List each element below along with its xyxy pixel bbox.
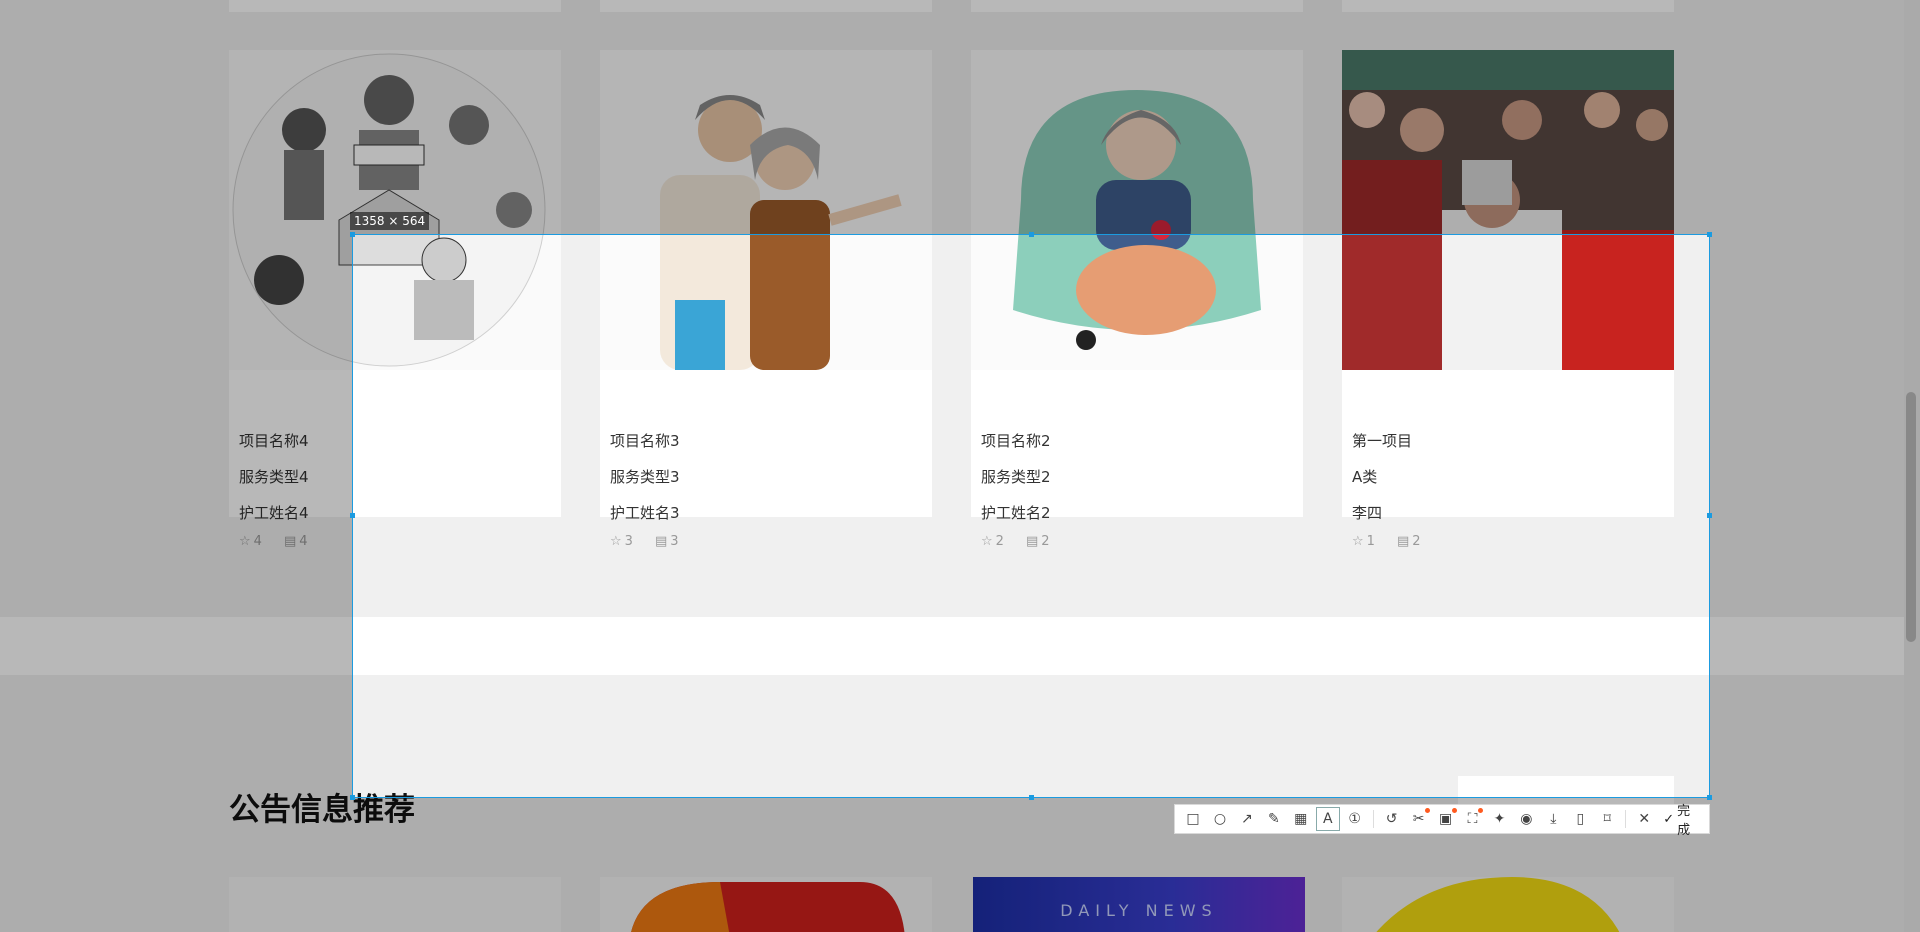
phone-icon[interactable]: ▯ [1568, 807, 1592, 831]
card-meta: ☆ 1 ▤ 2 [1352, 534, 1421, 549]
comment-icon: ▤ [1396, 534, 1410, 549]
star-icon: ☆ [981, 534, 993, 549]
download-icon[interactable]: ⤓ [1541, 807, 1565, 831]
toolbar-divider [1372, 810, 1374, 828]
comment-icon: ▤ [654, 534, 668, 549]
service-type: 服务类型3 [610, 468, 680, 486]
dim-overlay-right [1710, 234, 1920, 798]
ellipse-icon[interactable]: ○ [1208, 807, 1232, 831]
service-type: A类 [1352, 468, 1378, 486]
dim-overlay-top [0, 0, 1920, 234]
badge-dot [1451, 808, 1457, 813]
star-count[interactable]: ☆ 2 [981, 534, 1004, 549]
comment-count[interactable]: ▤ 3 [655, 534, 679, 549]
nurse-name: 李四 [1352, 504, 1383, 522]
record-icon[interactable]: ◉ [1514, 807, 1538, 831]
bookmark-icon[interactable]: ⌑ [1595, 807, 1619, 831]
card-meta: ☆ 2 ▤ 2 [981, 534, 1050, 549]
star-count[interactable]: ☆ 1 [1352, 534, 1375, 549]
badge-dot [1478, 808, 1484, 813]
scan-icon[interactable]: ⛶ [1461, 807, 1485, 831]
project-name: 项目名称3 [610, 432, 680, 450]
comment-count[interactable]: ▤ 2 [1397, 534, 1421, 549]
resize-handle[interactable] [1707, 795, 1712, 800]
nurse-name: 护工姓名2 [981, 504, 1051, 522]
translate-icon[interactable]: ▣ [1434, 807, 1458, 831]
pin-icon[interactable]: ✦ [1487, 807, 1511, 831]
dim-overlay-left [0, 234, 352, 798]
check-icon: ✓ [1663, 811, 1675, 827]
service-type: 服务类型2 [981, 468, 1051, 486]
toolbar-divider [1625, 810, 1627, 828]
done-label: 完成 [1677, 804, 1691, 838]
star-count[interactable]: ☆ 3 [610, 534, 633, 549]
close-icon[interactable]: ✕ [1632, 807, 1656, 831]
rectangle-icon[interactable]: □ [1181, 807, 1205, 831]
star-icon: ☆ [1352, 534, 1364, 549]
resize-handle[interactable] [1707, 513, 1712, 518]
star-icon: ☆ [610, 534, 622, 549]
selection-size-label: 1358 × 564 [350, 212, 430, 230]
text-icon[interactable]: A [1315, 807, 1340, 831]
done-button[interactable]: ✓ 完成 [1659, 800, 1703, 838]
mosaic-icon[interactable]: ▦ [1289, 807, 1313, 831]
nurse-name: 护工姓名3 [610, 504, 680, 522]
number-icon[interactable]: ① [1343, 807, 1367, 831]
resize-handle[interactable] [350, 513, 355, 518]
card-meta: ☆ 3 ▤ 3 [610, 534, 679, 549]
resize-handle[interactable] [1707, 232, 1712, 237]
comment-icon: ▤ [1025, 534, 1039, 549]
project-name: 第一项目 [1352, 432, 1413, 450]
arrow-icon[interactable]: ↗ [1235, 807, 1259, 831]
project-name: 项目名称2 [981, 432, 1051, 450]
pencil-icon[interactable]: ✎ [1262, 807, 1286, 831]
resize-handle[interactable] [1029, 795, 1034, 800]
scissors-icon[interactable]: ✂ [1407, 807, 1431, 831]
resize-handle[interactable] [350, 232, 355, 237]
comment-count[interactable]: ▤ 2 [1026, 534, 1050, 549]
undo-icon[interactable]: ↺ [1380, 807, 1404, 831]
resize-handle[interactable] [350, 795, 355, 800]
badge-dot [1424, 808, 1430, 813]
capture-toolbar: □ ○ ↗ ✎ ▦ A ① ↺ ✂ ▣ ⛶ ✦ ◉ ⤓ ▯ ⌑ ✕ ✓ 完成 [1174, 804, 1710, 838]
resize-handle[interactable] [1029, 232, 1034, 237]
